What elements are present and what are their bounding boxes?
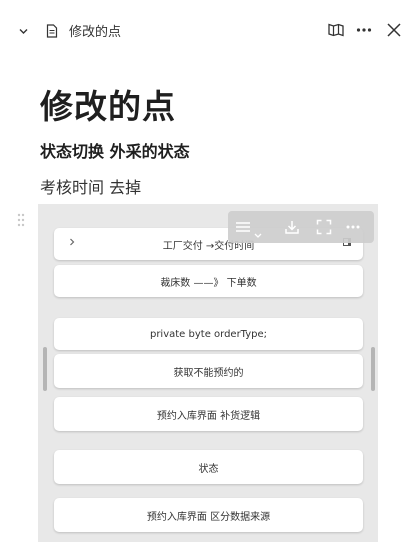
card[interactable]: 状态 xyxy=(54,450,363,484)
scrollbar-right[interactable] xyxy=(371,347,375,391)
page-title: 修改的点 xyxy=(40,87,176,126)
list-icon[interactable] xyxy=(235,219,251,239)
book-icon[interactable] xyxy=(328,22,344,41)
card-label: 获取不能预约的 xyxy=(173,367,244,379)
fullscreen-icon[interactable] xyxy=(316,219,332,239)
close-icon[interactable] xyxy=(386,22,402,42)
chevron-down-icon[interactable] xyxy=(18,22,29,41)
chevron-down-icon[interactable] xyxy=(254,224,262,243)
card-label: private byte orderType; xyxy=(149,328,268,340)
body-text: 考核时间 去掉 xyxy=(40,178,142,197)
card-label: 状态 xyxy=(198,463,219,475)
card-label: 裁床数 ——》 下单数 xyxy=(160,277,257,289)
scrollbar-left[interactable] xyxy=(43,347,47,391)
subheading: 状态切换 外采的状态 xyxy=(40,142,190,161)
download-icon[interactable] xyxy=(284,219,300,239)
card-label: 预约入库界面 补货逻辑 xyxy=(156,410,261,422)
top-bar: 修改的点 xyxy=(0,0,411,46)
embed-toolbar xyxy=(228,211,374,243)
document-icon xyxy=(46,23,58,42)
card[interactable]: 预约入库界面 补货逻辑 xyxy=(54,397,363,431)
card[interactable]: 预约入库界面 区分数据来源 xyxy=(54,498,363,532)
card-label: 预约入库界面 区分数据来源 xyxy=(146,511,271,523)
drag-handle-icon[interactable] xyxy=(17,212,25,231)
card[interactable]: 获取不能预约的 xyxy=(54,354,363,388)
chevron-right-icon[interactable] xyxy=(68,237,76,250)
more-icon[interactable] xyxy=(345,219,361,239)
topbar-title: 修改的点 xyxy=(69,25,122,40)
embedded-board[interactable]: 工厂交付 →交付时间 裁床数 ——》 下单数 private byte orde… xyxy=(38,204,378,542)
card[interactable]: 裁床数 ——》 下单数 xyxy=(54,265,363,297)
more-icon[interactable] xyxy=(356,22,372,41)
card[interactable]: private byte orderType; xyxy=(54,318,363,350)
